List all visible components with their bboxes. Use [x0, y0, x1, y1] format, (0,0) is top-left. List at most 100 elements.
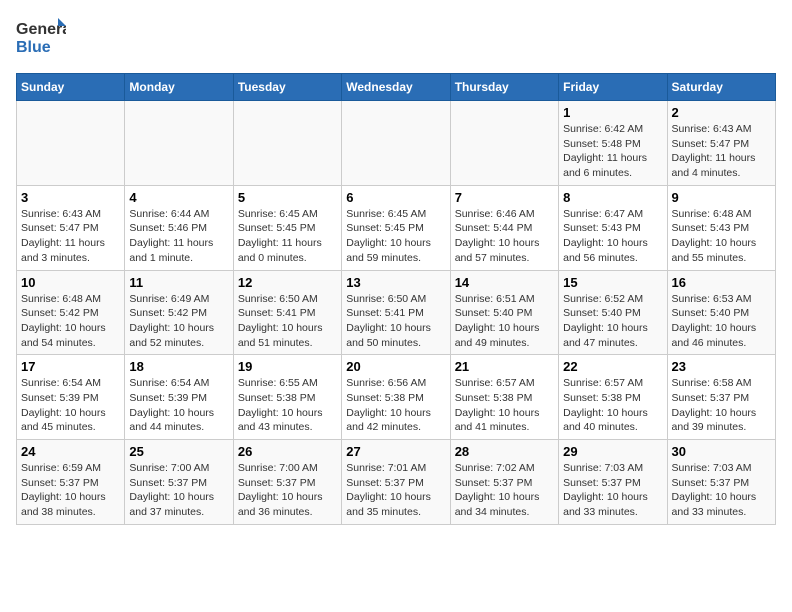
day-info: Sunrise: 6:50 AMSunset: 5:41 PMDaylight:…	[238, 292, 337, 351]
day-header-sunday: Sunday	[17, 74, 125, 101]
calendar-cell: 14 Sunrise: 6:51 AMSunset: 5:40 PMDayligh…	[450, 270, 558, 355]
calendar-cell: 12 Sunrise: 6:50 AMSunset: 5:41 PMDayligh…	[233, 270, 341, 355]
day-info: Sunrise: 6:54 AMSunset: 5:39 PMDaylight:…	[21, 376, 120, 435]
day-number: 13	[346, 275, 445, 290]
calendar-cell: 11 Sunrise: 6:49 AMSunset: 5:42 PMDayligh…	[125, 270, 233, 355]
calendar-cell: 9 Sunrise: 6:48 AMSunset: 5:43 PMDaylight…	[667, 185, 775, 270]
day-number: 21	[455, 359, 554, 374]
day-number: 5	[238, 190, 337, 205]
day-info: Sunrise: 6:42 AMSunset: 5:48 PMDaylight:…	[563, 122, 662, 181]
day-number: 4	[129, 190, 228, 205]
day-info: Sunrise: 7:01 AMSunset: 5:37 PMDaylight:…	[346, 461, 445, 520]
day-header-friday: Friday	[559, 74, 667, 101]
day-info: Sunrise: 6:54 AMSunset: 5:39 PMDaylight:…	[129, 376, 228, 435]
day-info: Sunrise: 6:59 AMSunset: 5:37 PMDaylight:…	[21, 461, 120, 520]
calendar-cell: 5 Sunrise: 6:45 AMSunset: 5:45 PMDaylight…	[233, 185, 341, 270]
calendar-cell	[125, 101, 233, 186]
calendar-cell: 30 Sunrise: 7:03 AMSunset: 5:37 PMDayligh…	[667, 440, 775, 525]
day-number: 26	[238, 444, 337, 459]
day-number: 19	[238, 359, 337, 374]
day-number: 9	[672, 190, 771, 205]
day-info: Sunrise: 6:55 AMSunset: 5:38 PMDaylight:…	[238, 376, 337, 435]
calendar-cell	[233, 101, 341, 186]
calendar-cell: 17 Sunrise: 6:54 AMSunset: 5:39 PMDayligh…	[17, 355, 125, 440]
calendar-cell: 22Sunrise: 6:57 AMSunset: 5:38 PMDayligh…	[559, 355, 667, 440]
day-number: 20	[346, 359, 445, 374]
day-number: 25	[129, 444, 228, 459]
svg-text:Blue: Blue	[16, 39, 51, 56]
day-number: 30	[672, 444, 771, 459]
week-row-2: 3 Sunrise: 6:43 AMSunset: 5:47 PMDaylight…	[17, 185, 776, 270]
days-header-row: SundayMondayTuesdayWednesdayThursdayFrid…	[17, 74, 776, 101]
calendar-cell: 19 Sunrise: 6:55 AMSunset: 5:38 PMDayligh…	[233, 355, 341, 440]
calendar-cell: 1 Sunrise: 6:42 AMSunset: 5:48 PMDaylight…	[559, 101, 667, 186]
calendar-cell: 25 Sunrise: 7:00 AMSunset: 5:37 PMDayligh…	[125, 440, 233, 525]
day-number: 15	[563, 275, 662, 290]
week-row-4: 17 Sunrise: 6:54 AMSunset: 5:39 PMDayligh…	[17, 355, 776, 440]
day-number: 8	[563, 190, 662, 205]
calendar-cell: 8 Sunrise: 6:47 AMSunset: 5:43 PMDaylight…	[559, 185, 667, 270]
day-number: 10	[21, 275, 120, 290]
calendar-cell: 3 Sunrise: 6:43 AMSunset: 5:47 PMDaylight…	[17, 185, 125, 270]
day-info: Sunrise: 6:47 AMSunset: 5:43 PMDaylight:…	[563, 207, 662, 266]
day-info: Sunrise: 6:46 AMSunset: 5:44 PMDaylight:…	[455, 207, 554, 266]
day-info: Sunrise: 6:51 AMSunset: 5:40 PMDaylight:…	[455, 292, 554, 351]
day-number: 16	[672, 275, 771, 290]
calendar-cell: 7 Sunrise: 6:46 AMSunset: 5:44 PMDaylight…	[450, 185, 558, 270]
week-row-1: 1 Sunrise: 6:42 AMSunset: 5:48 PMDaylight…	[17, 101, 776, 186]
day-info: Sunrise: 6:45 AMSunset: 5:45 PMDaylight:…	[238, 207, 337, 266]
day-number: 11	[129, 275, 228, 290]
day-info: Sunrise: 6:43 AMSunset: 5:47 PMDaylight:…	[672, 122, 771, 181]
calendar-cell: 16 Sunrise: 6:53 AMSunset: 5:40 PMDayligh…	[667, 270, 775, 355]
calendar-cell: 28Sunrise: 7:02 AMSunset: 5:37 PMDayligh…	[450, 440, 558, 525]
calendar-cell: 15Sunrise: 6:52 AMSunset: 5:40 PMDayligh…	[559, 270, 667, 355]
week-row-3: 10 Sunrise: 6:48 AMSunset: 5:42 PMDayligh…	[17, 270, 776, 355]
day-header-monday: Monday	[125, 74, 233, 101]
day-header-thursday: Thursday	[450, 74, 558, 101]
day-number: 29	[563, 444, 662, 459]
calendar-cell: 6 Sunrise: 6:45 AMSunset: 5:45 PMDaylight…	[342, 185, 450, 270]
page-header: GeneralBlue	[16, 16, 776, 61]
day-info: Sunrise: 7:02 AMSunset: 5:37 PMDaylight:…	[455, 461, 554, 520]
day-number: 24	[21, 444, 120, 459]
day-info: Sunrise: 6:44 AMSunset: 5:46 PMDaylight:…	[129, 207, 228, 266]
calendar-cell: 4 Sunrise: 6:44 AMSunset: 5:46 PMDaylight…	[125, 185, 233, 270]
day-info: Sunrise: 6:45 AMSunset: 5:45 PMDaylight:…	[346, 207, 445, 266]
day-number: 18	[129, 359, 228, 374]
day-info: Sunrise: 6:43 AMSunset: 5:47 PMDaylight:…	[21, 207, 120, 266]
calendar-cell: 13Sunrise: 6:50 AMSunset: 5:41 PMDayligh…	[342, 270, 450, 355]
calendar-cell	[450, 101, 558, 186]
day-number: 12	[238, 275, 337, 290]
day-info: Sunrise: 6:53 AMSunset: 5:40 PMDaylight:…	[672, 292, 771, 351]
day-number: 3	[21, 190, 120, 205]
day-info: Sunrise: 6:48 AMSunset: 5:42 PMDaylight:…	[21, 292, 120, 351]
day-info: Sunrise: 7:00 AMSunset: 5:37 PMDaylight:…	[238, 461, 337, 520]
calendar-cell: 26 Sunrise: 7:00 AMSunset: 5:37 PMDayligh…	[233, 440, 341, 525]
day-number: 17	[21, 359, 120, 374]
day-header-saturday: Saturday	[667, 74, 775, 101]
day-info: Sunrise: 6:57 AMSunset: 5:38 PMDaylight:…	[563, 376, 662, 435]
day-number: 1	[563, 105, 662, 120]
calendar-cell: 23 Sunrise: 6:58 AMSunset: 5:37 PMDayligh…	[667, 355, 775, 440]
day-number: 14	[455, 275, 554, 290]
day-number: 7	[455, 190, 554, 205]
day-info: Sunrise: 6:57 AMSunset: 5:38 PMDaylight:…	[455, 376, 554, 435]
day-number: 2	[672, 105, 771, 120]
day-info: Sunrise: 6:48 AMSunset: 5:43 PMDaylight:…	[672, 207, 771, 266]
day-number: 6	[346, 190, 445, 205]
day-number: 23	[672, 359, 771, 374]
calendar-table: SundayMondayTuesdayWednesdayThursdayFrid…	[16, 73, 776, 525]
calendar-cell: 21 Sunrise: 6:57 AMSunset: 5:38 PMDayligh…	[450, 355, 558, 440]
week-row-5: 24 Sunrise: 6:59 AMSunset: 5:37 PMDayligh…	[17, 440, 776, 525]
calendar-cell: 24 Sunrise: 6:59 AMSunset: 5:37 PMDayligh…	[17, 440, 125, 525]
calendar-cell: 20Sunrise: 6:56 AMSunset: 5:38 PMDayligh…	[342, 355, 450, 440]
day-info: Sunrise: 7:03 AMSunset: 5:37 PMDaylight:…	[672, 461, 771, 520]
calendar-cell: 10 Sunrise: 6:48 AMSunset: 5:42 PMDayligh…	[17, 270, 125, 355]
calendar-cell	[17, 101, 125, 186]
calendar-cell: 27Sunrise: 7:01 AMSunset: 5:37 PMDayligh…	[342, 440, 450, 525]
day-info: Sunrise: 7:00 AMSunset: 5:37 PMDaylight:…	[129, 461, 228, 520]
logo: GeneralBlue	[16, 16, 66, 61]
calendar-cell	[342, 101, 450, 186]
day-info: Sunrise: 6:49 AMSunset: 5:42 PMDaylight:…	[129, 292, 228, 351]
day-info: Sunrise: 6:58 AMSunset: 5:37 PMDaylight:…	[672, 376, 771, 435]
